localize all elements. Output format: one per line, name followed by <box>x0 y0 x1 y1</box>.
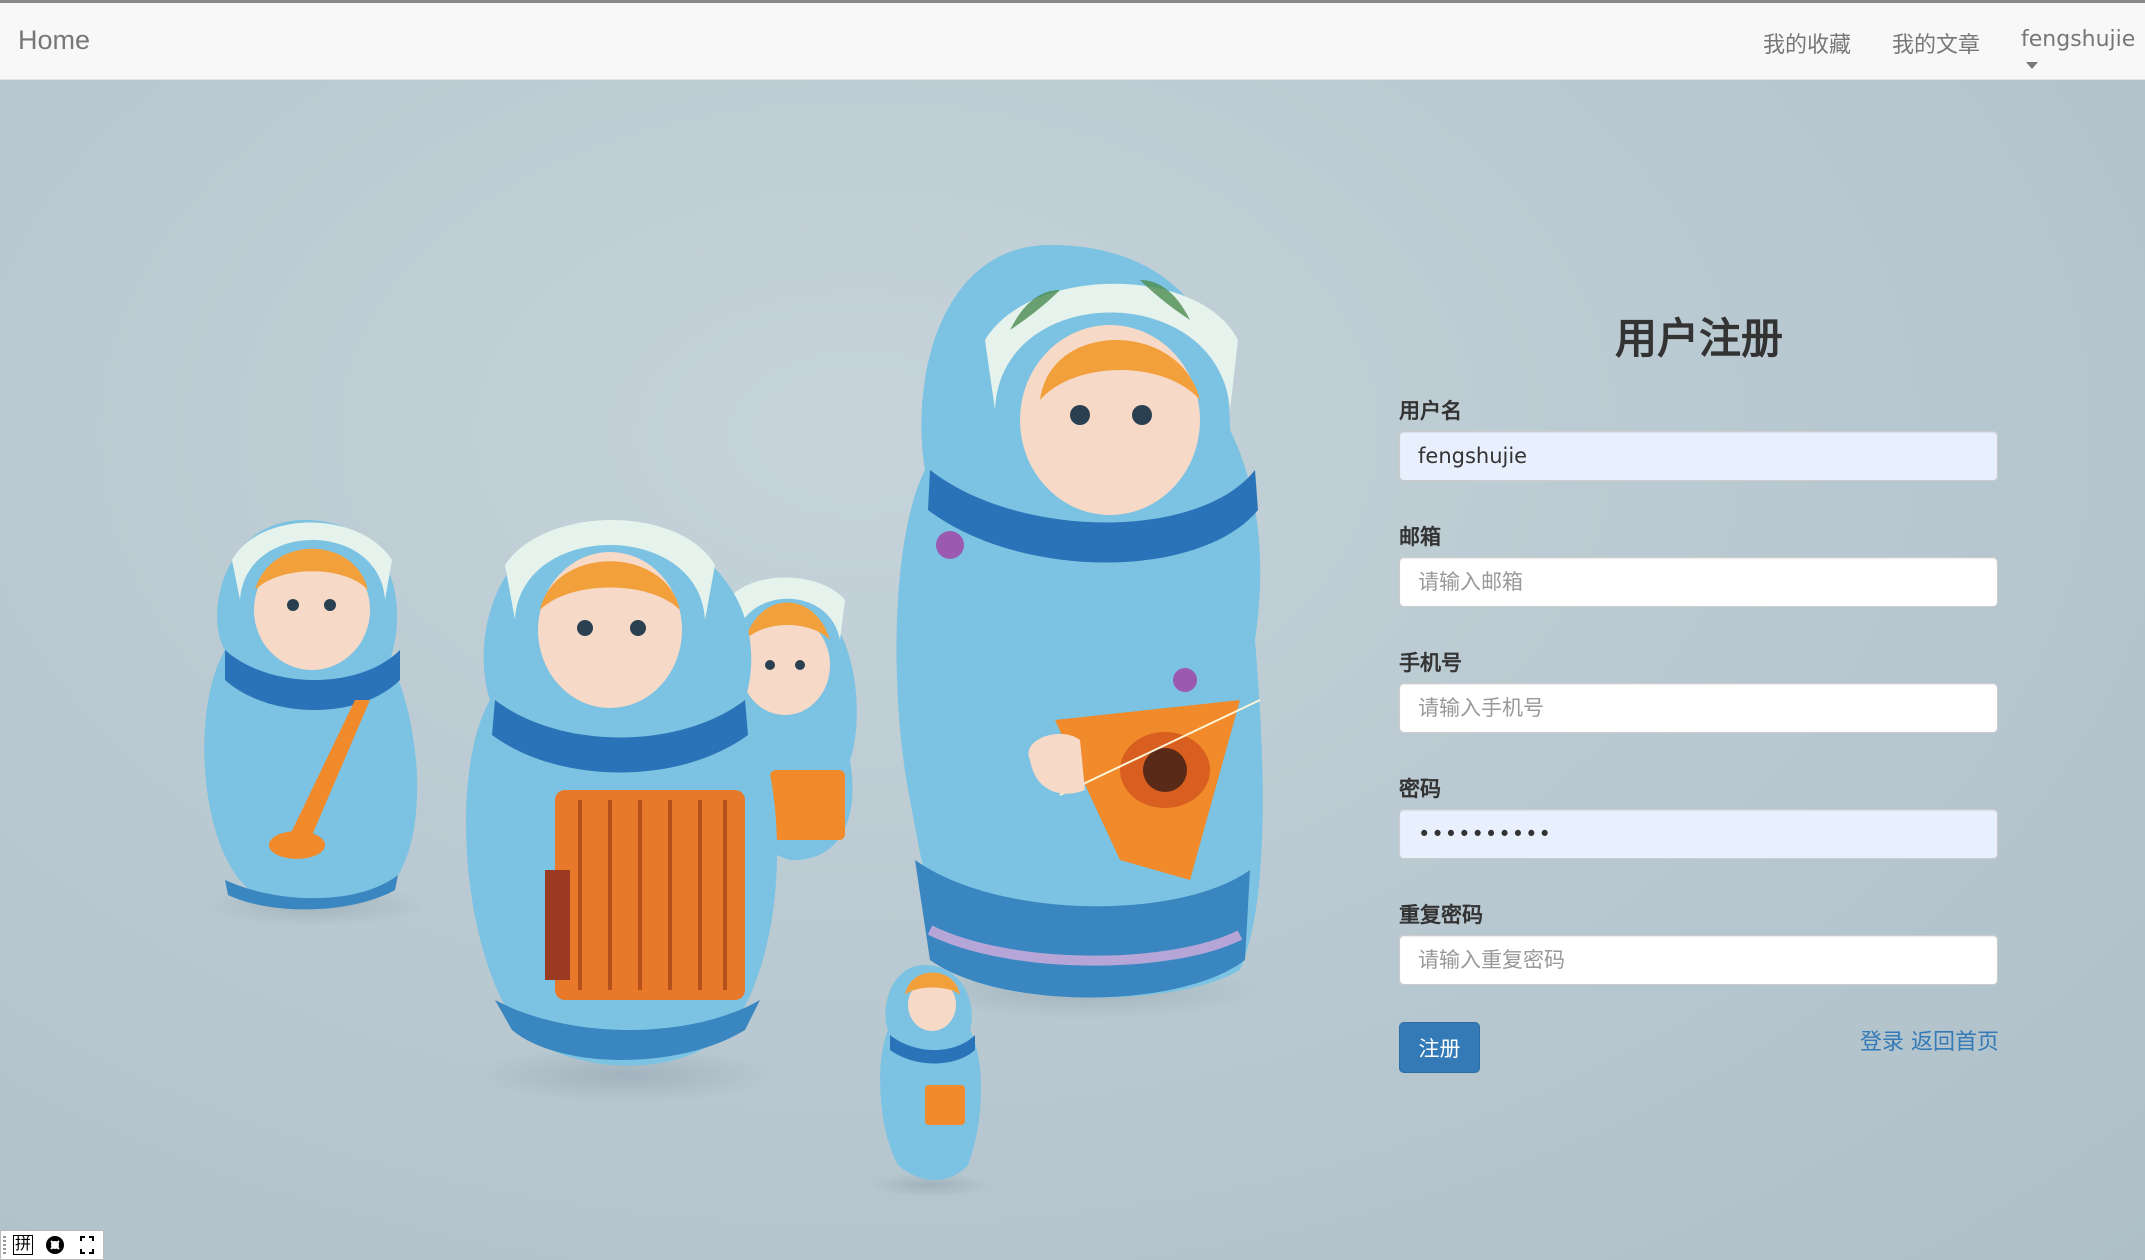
fullscreen-icon[interactable] <box>75 1233 99 1257</box>
email-label: 邮箱 <box>1399 525 1441 549</box>
caret-down-icon <box>2026 61 2038 69</box>
brand-home-link[interactable]: Home <box>18 25 90 56</box>
ime-toolbar: 拼 <box>0 1230 104 1260</box>
matryoshka-dolls-illustration <box>204 245 1265 1197</box>
username-label: 用户名 <box>1399 399 1462 423</box>
password-input[interactable] <box>1399 809 1998 859</box>
navbar: Home 我的收藏 我的文章 fengshujie <box>0 3 2145 80</box>
user-dropdown[interactable]: fengshujie <box>2021 27 2145 77</box>
background-image <box>0 80 2145 1260</box>
form-links: 登录 返回首页 <box>1860 1024 1999 1056</box>
ime-mode-button[interactable]: 拼 <box>11 1233 35 1257</box>
username-input[interactable] <box>1399 431 1998 481</box>
nav-my-articles[interactable]: 我的文章 <box>1892 27 1980 59</box>
ime-settings-icon[interactable] <box>43 1233 67 1257</box>
repeat-password-input[interactable] <box>1399 935 1998 985</box>
register-button[interactable]: 注册 <box>1399 1022 1480 1073</box>
back-home-link[interactable]: 返回首页 <box>1911 1030 1999 1055</box>
password-label: 密码 <box>1399 777 1441 801</box>
form-title: 用户注册 <box>1614 314 1783 363</box>
ime-mode-label: 拼 <box>12 1235 33 1255</box>
phone-input[interactable] <box>1399 683 1998 733</box>
login-link[interactable]: 登录 <box>1860 1030 1904 1055</box>
drag-handle[interactable] <box>3 1236 6 1256</box>
nav-my-favorites[interactable]: 我的收藏 <box>1763 27 1851 59</box>
email-input[interactable] <box>1399 557 1998 607</box>
phone-label: 手机号 <box>1399 651 1462 675</box>
user-name: fengshujie <box>2021 27 2136 52</box>
repeat-password-label: 重复密码 <box>1399 903 1483 927</box>
